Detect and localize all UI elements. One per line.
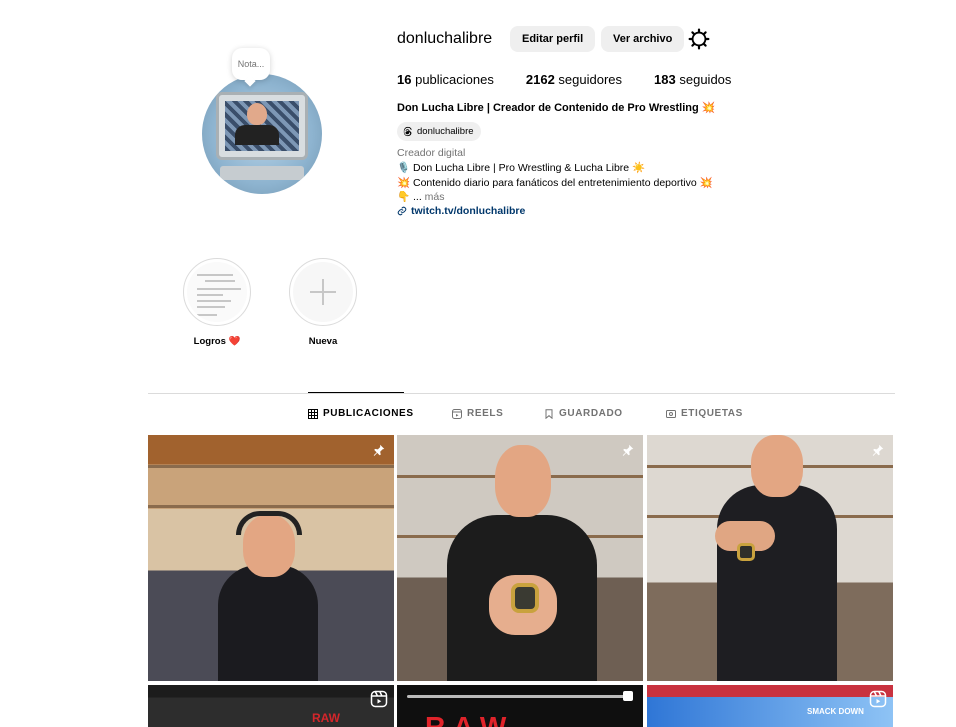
post-person (447, 435, 597, 681)
post-thumbnail[interactable] (148, 435, 394, 681)
avatar-tv-illustration (216, 92, 308, 160)
highlight-new[interactable]: Nueva (288, 258, 358, 347)
profile-bio: 🎙️ Don Lucha Libre | Pro Wrestling & Luc… (397, 161, 713, 205)
highlight-label: Nueva (308, 336, 338, 347)
active-tab-indicator (308, 392, 404, 393)
tab-guardado[interactable]: GUARDADO (544, 408, 623, 419)
following-count[interactable]: 183 seguidos (654, 72, 731, 87)
profile-stats: 16 publicaciones 2162 seguidores 183 seg… (397, 72, 763, 87)
bio-more-link[interactable]: más (425, 191, 445, 203)
bookmark-icon (545, 408, 553, 419)
settings-gear-icon[interactable] (688, 28, 710, 50)
highlight-logros[interactable]: Logros ❤️ (182, 258, 252, 347)
post-person (208, 495, 328, 681)
reel-icon (370, 690, 388, 708)
post-thumbnail[interactable]: SMACK DOWN (647, 685, 893, 727)
post-thumbnail[interactable] (647, 435, 893, 681)
highlight-cover (183, 258, 251, 326)
post-thumbnail[interactable] (397, 435, 643, 681)
link-icon (397, 206, 407, 216)
reels-icon (452, 408, 462, 419)
post-person (707, 435, 847, 681)
avatar-image (202, 74, 322, 194)
highlight-label: Logros ❤️ (193, 336, 241, 347)
tab-publicaciones[interactable]: PUBLICACIONES (308, 408, 414, 419)
profile-username: donluchalibre (397, 30, 493, 47)
edit-profile-button[interactable]: Editar perfil (510, 26, 596, 52)
threads-handle: donluchalibre (417, 126, 474, 137)
profile-category: Creador digital (397, 147, 466, 159)
pin-icon (622, 444, 634, 456)
posts-count: 16 publicaciones (397, 72, 494, 87)
post-overlay-text: RAW (312, 711, 340, 725)
grid-icon (308, 408, 318, 419)
bio-line: 🎙️ Don Lucha Libre | Pro Wrestling & Luc… (397, 162, 646, 174)
profile-link[interactable]: twitch.tv/donluchalibre (397, 205, 525, 217)
post-thumbnail[interactable]: RAW (148, 685, 394, 727)
tab-reels[interactable]: REELS (452, 408, 503, 419)
profile-full-name: Don Lucha Libre | Creador de Contenido d… (397, 102, 716, 114)
post-overlay-text: RAW (425, 711, 515, 727)
threads-badge[interactable]: donluchalibre (397, 122, 481, 141)
pin-icon (872, 444, 884, 456)
threads-icon (403, 126, 412, 137)
view-archive-button[interactable]: Ver archivo (601, 26, 685, 52)
post-overlay-text: SMACK DOWN (807, 707, 864, 716)
note-bubble[interactable]: Nota... (232, 48, 270, 80)
highlight-new-circle (289, 258, 357, 326)
tag-icon (666, 409, 676, 418)
post-thumbnail[interactable]: RAW (397, 685, 643, 727)
tab-etiquetas[interactable]: ETIQUETAS (666, 408, 743, 419)
bio-line: 👇 ... más (397, 191, 445, 203)
reel-icon (869, 690, 887, 708)
bio-line: 💥 Contenido diario para fanáticos del en… (397, 176, 713, 189)
plus-icon (310, 279, 336, 305)
profile-avatar[interactable] (202, 74, 322, 194)
pin-icon (373, 444, 385, 456)
tabs-divider (148, 393, 895, 394)
followers-count[interactable]: 2162 seguidores (526, 72, 622, 87)
